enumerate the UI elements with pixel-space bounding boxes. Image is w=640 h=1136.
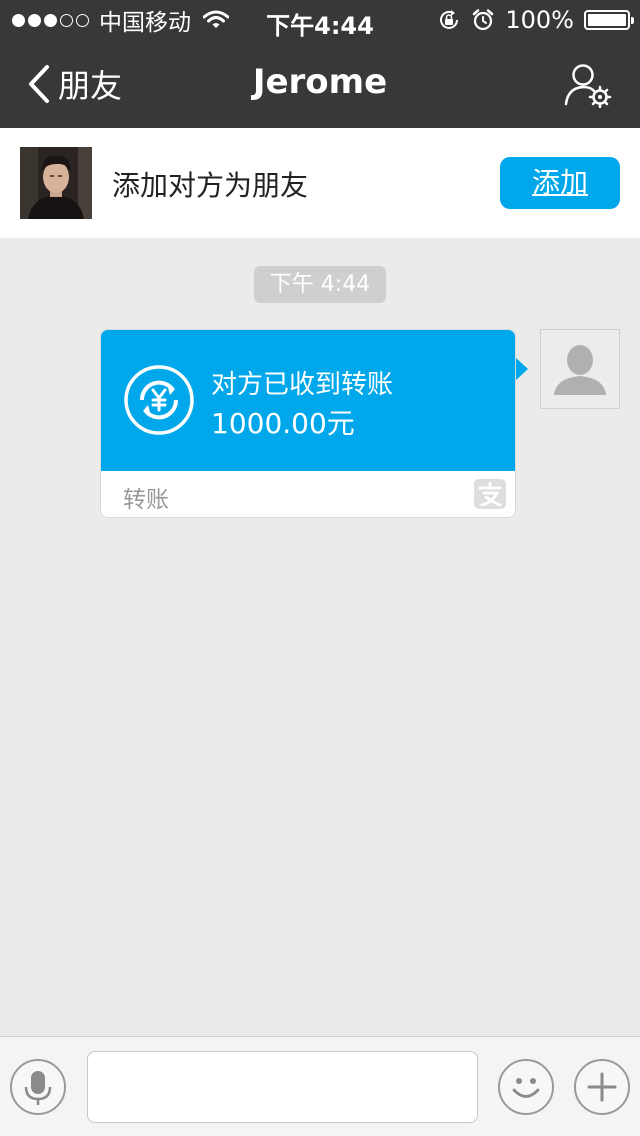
smiley-icon [512, 1078, 540, 1098]
default-person-icon [541, 330, 619, 408]
status-bar: 中国移动 下午4:44 100% [0, 0, 640, 40]
plus-icon [587, 1072, 617, 1102]
battery-percent: 100% [505, 6, 574, 34]
transfer-status: 对方已收到转账 [211, 370, 394, 400]
add-friend-banner: 添加对方为朋友 添加 [0, 128, 640, 238]
message-timestamp: 下午 4:44 [254, 266, 386, 303]
my-avatar[interactable] [540, 329, 620, 409]
chat-screen: 中国移动 下午4:44 100% 朋友 Jerome 添加对方为朋友 添加 下午… [0, 0, 640, 1136]
person-settings-icon[interactable] [564, 62, 612, 108]
battery-icon [584, 10, 634, 30]
bubble-tail [516, 358, 528, 380]
contact-avatar[interactable] [20, 147, 92, 219]
page-title: Jerome [252, 62, 388, 102]
transfer-label: 转账 [123, 487, 169, 513]
transfer-amount: 1000.00元 [211, 407, 355, 440]
alipay-icon [474, 479, 506, 509]
yuan-refresh-icon [124, 365, 194, 435]
rotation-lock-icon [440, 10, 459, 29]
chat-input-bar [0, 1036, 640, 1136]
add-friend-button[interactable]: 添加 [500, 157, 620, 209]
message-input[interactable] [87, 1051, 478, 1123]
status-right: 100% [437, 6, 634, 34]
more-button[interactable] [574, 1059, 630, 1115]
voice-button[interactable] [10, 1059, 66, 1115]
contact-photo [20, 147, 92, 219]
top-header: 中国移动 下午4:44 100% 朋友 Jerome [0, 0, 640, 128]
transfer-card-header: 对方已收到转账 1000.00元 [101, 330, 515, 471]
emoji-button[interactable] [498, 1059, 554, 1115]
navigation-bar: 朋友 Jerome [0, 40, 640, 128]
add-friend-text: 添加对方为朋友 [112, 169, 309, 202]
transfer-message-card[interactable]: 对方已收到转账 1000.00元 转账 [100, 329, 516, 518]
microphone-icon [24, 1071, 52, 1105]
alarm-icon [473, 9, 494, 31]
